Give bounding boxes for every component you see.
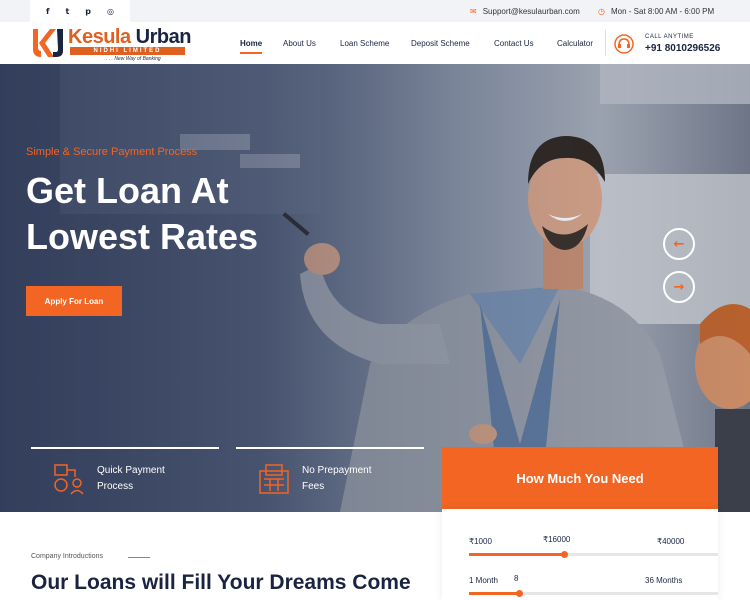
logo-icon[interactable] — [30, 27, 66, 59]
feature-quick-payment: Quick Payment Process — [97, 465, 165, 492]
nav-loan-scheme[interactable]: Loan Scheme — [340, 22, 389, 64]
social-links: f t p ◎ — [30, 0, 130, 22]
feature-divider — [236, 447, 424, 449]
amount-max: ₹40000 — [657, 537, 685, 546]
clock-icon: ◷ — [598, 6, 605, 16]
amount-min: ₹1000 — [469, 537, 492, 546]
calculator-title: How Much You Need — [516, 471, 644, 486]
email-text[interactable]: Support@kesulaurban.com — [483, 7, 580, 16]
duration-slider-fill — [469, 592, 519, 595]
amount-slider-thumb[interactable] — [561, 551, 568, 558]
instagram-icon[interactable]: ◎ — [107, 7, 114, 16]
pinterest-icon[interactable]: p — [85, 7, 91, 16]
call-anytime-label: CALL ANYTIME — [645, 34, 694, 40]
email-contact[interactable]: ✉ Support@kesulaurban.com — [470, 0, 580, 22]
arrow-left-icon: ← — [673, 236, 685, 252]
business-hours: ◷ Mon - Sat 8:00 AM - 6:00 PM — [598, 0, 714, 22]
arrow-right-icon: → — [673, 279, 685, 295]
apply-for-loan-button[interactable]: Apply For Loan — [26, 286, 122, 316]
duration-slider-thumb[interactable] — [516, 590, 523, 597]
section-label-line — [128, 557, 150, 558]
amount-slider-fill — [469, 553, 564, 556]
nav-contact-us[interactable]: Contact Us — [494, 22, 534, 64]
amount-value: ₹16000 — [543, 535, 571, 544]
calculator-fees-icon — [259, 464, 289, 494]
prev-slide-button[interactable]: ← — [663, 228, 695, 260]
hero-title: Get Loan At Lowest Rates — [26, 170, 259, 257]
payment-process-icon — [54, 464, 84, 495]
feature-divider — [31, 447, 219, 449]
brand-name[interactable]: Kesula Urban — [68, 26, 191, 49]
brand-subtitle: NIDHI LIMITED — [70, 47, 185, 55]
brand-tagline: . . . New Way of Banking — [106, 56, 161, 62]
duration-min: 1 Month — [469, 576, 498, 585]
top-bar: f t p ◎ ✉ Support@kesulaurban.com ◷ Mon … — [0, 0, 750, 22]
hero-tagline: Simple & Secure Payment Process — [26, 146, 198, 158]
section-label: Company Introductions — [31, 553, 103, 560]
facebook-icon[interactable]: f — [46, 7, 49, 16]
hours-text: Mon - Sat 8:00 AM - 6:00 PM — [610, 6, 715, 16]
nav-home[interactable]: Home — [240, 22, 263, 64]
twitter-icon[interactable]: t — [65, 7, 69, 16]
envelope-icon: ✉ — [470, 6, 477, 16]
next-slide-button[interactable]: → — [663, 271, 695, 303]
header-divider — [605, 30, 606, 56]
section-heading: Our Loans will Fill Your Dreams Come — [31, 571, 411, 594]
hero-slider: Simple & Secure Payment Process Get Loan… — [0, 64, 750, 512]
main-header: Kesula Urban NIDHI LIMITED . . . New Way… — [0, 22, 750, 64]
nav-deposit-scheme[interactable]: Deposit Scheme — [411, 22, 470, 64]
nav-calculator[interactable]: Calculator — [557, 22, 593, 64]
feature-no-prepayment: No Prepayment Fees — [302, 465, 372, 492]
headset-icon — [614, 34, 634, 54]
duration-max: 36 Months — [645, 576, 683, 585]
phone-number[interactable]: +91 8010296526 — [645, 43, 720, 54]
nav-about-us[interactable]: About Us — [283, 22, 316, 64]
duration-value: 8 — [514, 574, 519, 583]
